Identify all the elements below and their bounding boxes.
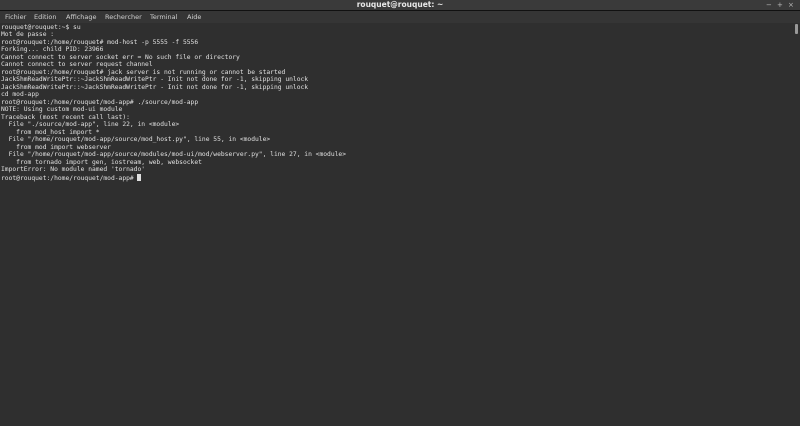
terminal-line: rouquet@rouquet:~$ su (1, 23, 81, 31)
terminal-line: JackShmReadWritePtr::~JackShmReadWritePt… (1, 83, 309, 91)
menu-edition[interactable]: Edition (34, 11, 57, 23)
menu-aide[interactable]: Aide (187, 11, 201, 23)
prompt: root@rouquet:/home/rouquet/mod-app# (1, 174, 138, 182)
terminal-output[interactable]: rouquet@rouquet:~$ su Mot de passe : root@… (1, 24, 792, 426)
scrollbar[interactable] (795, 24, 798, 34)
menu-affichage[interactable]: Affichage (66, 11, 97, 23)
terminal-line: from mod import webserver (1, 143, 111, 151)
menu-terminal[interactable]: Terminal (150, 11, 177, 23)
terminal-line: root@rouquet:/home/rouquet# mod-host -p … (1, 38, 199, 46)
terminal-line: root@rouquet:/home/rouquet/mod-app# ./so… (1, 98, 199, 106)
title-bar: rouquet@rouquet: ~ − + × (0, 0, 800, 11)
terminal-line: NOTE: Using custom mod-ui module (1, 106, 123, 113)
terminal-line: from tornado import gen, iostream, web, … (1, 158, 202, 166)
window-title: rouquet@rouquet: ~ (356, 0, 444, 9)
menu-rechercher[interactable]: Rechercher (105, 11, 142, 23)
terminal-line: Forking... child PID: 23966 (1, 46, 104, 53)
minimize-button[interactable]: − (766, 0, 772, 10)
maximize-button[interactable]: + (777, 0, 783, 10)
terminal-line: cd mod-app (1, 91, 39, 98)
terminal-line: Traceback (most recent call last): (1, 113, 130, 121)
terminal-line: Cannot connect to server socket err = No… (1, 53, 240, 61)
menu-fichier[interactable]: Fichier (5, 11, 26, 23)
terminal-line: root@rouquet:/home/rouquet# jack server … (1, 68, 286, 76)
terminal-line: File "./source/mod-app", line 22, in <mo… (1, 121, 180, 128)
close-button[interactable]: × (788, 0, 794, 10)
cursor (137, 173, 142, 181)
terminal-line: from mod_host import * (1, 128, 100, 136)
terminal-line: ImportError: No module named 'tornado' (1, 166, 146, 173)
prompt-line: root@rouquet:/home/rouquet/mod-app# (1, 173, 792, 183)
terminal-line: Cannot connect to server request channel (1, 61, 153, 68)
terminal-line: File "/home/rouquet/mod-app/source/mod_h… (1, 136, 271, 143)
menu-bar: Fichier Edition Affichage Rechercher Ter… (0, 11, 800, 23)
terminal-line: Mot de passe : (1, 31, 55, 38)
terminal-line: File "/home/rouquet/mod-app/source/modul… (1, 151, 346, 158)
terminal-line: JackShmReadWritePtr::~JackShmReadWritePt… (1, 76, 309, 83)
